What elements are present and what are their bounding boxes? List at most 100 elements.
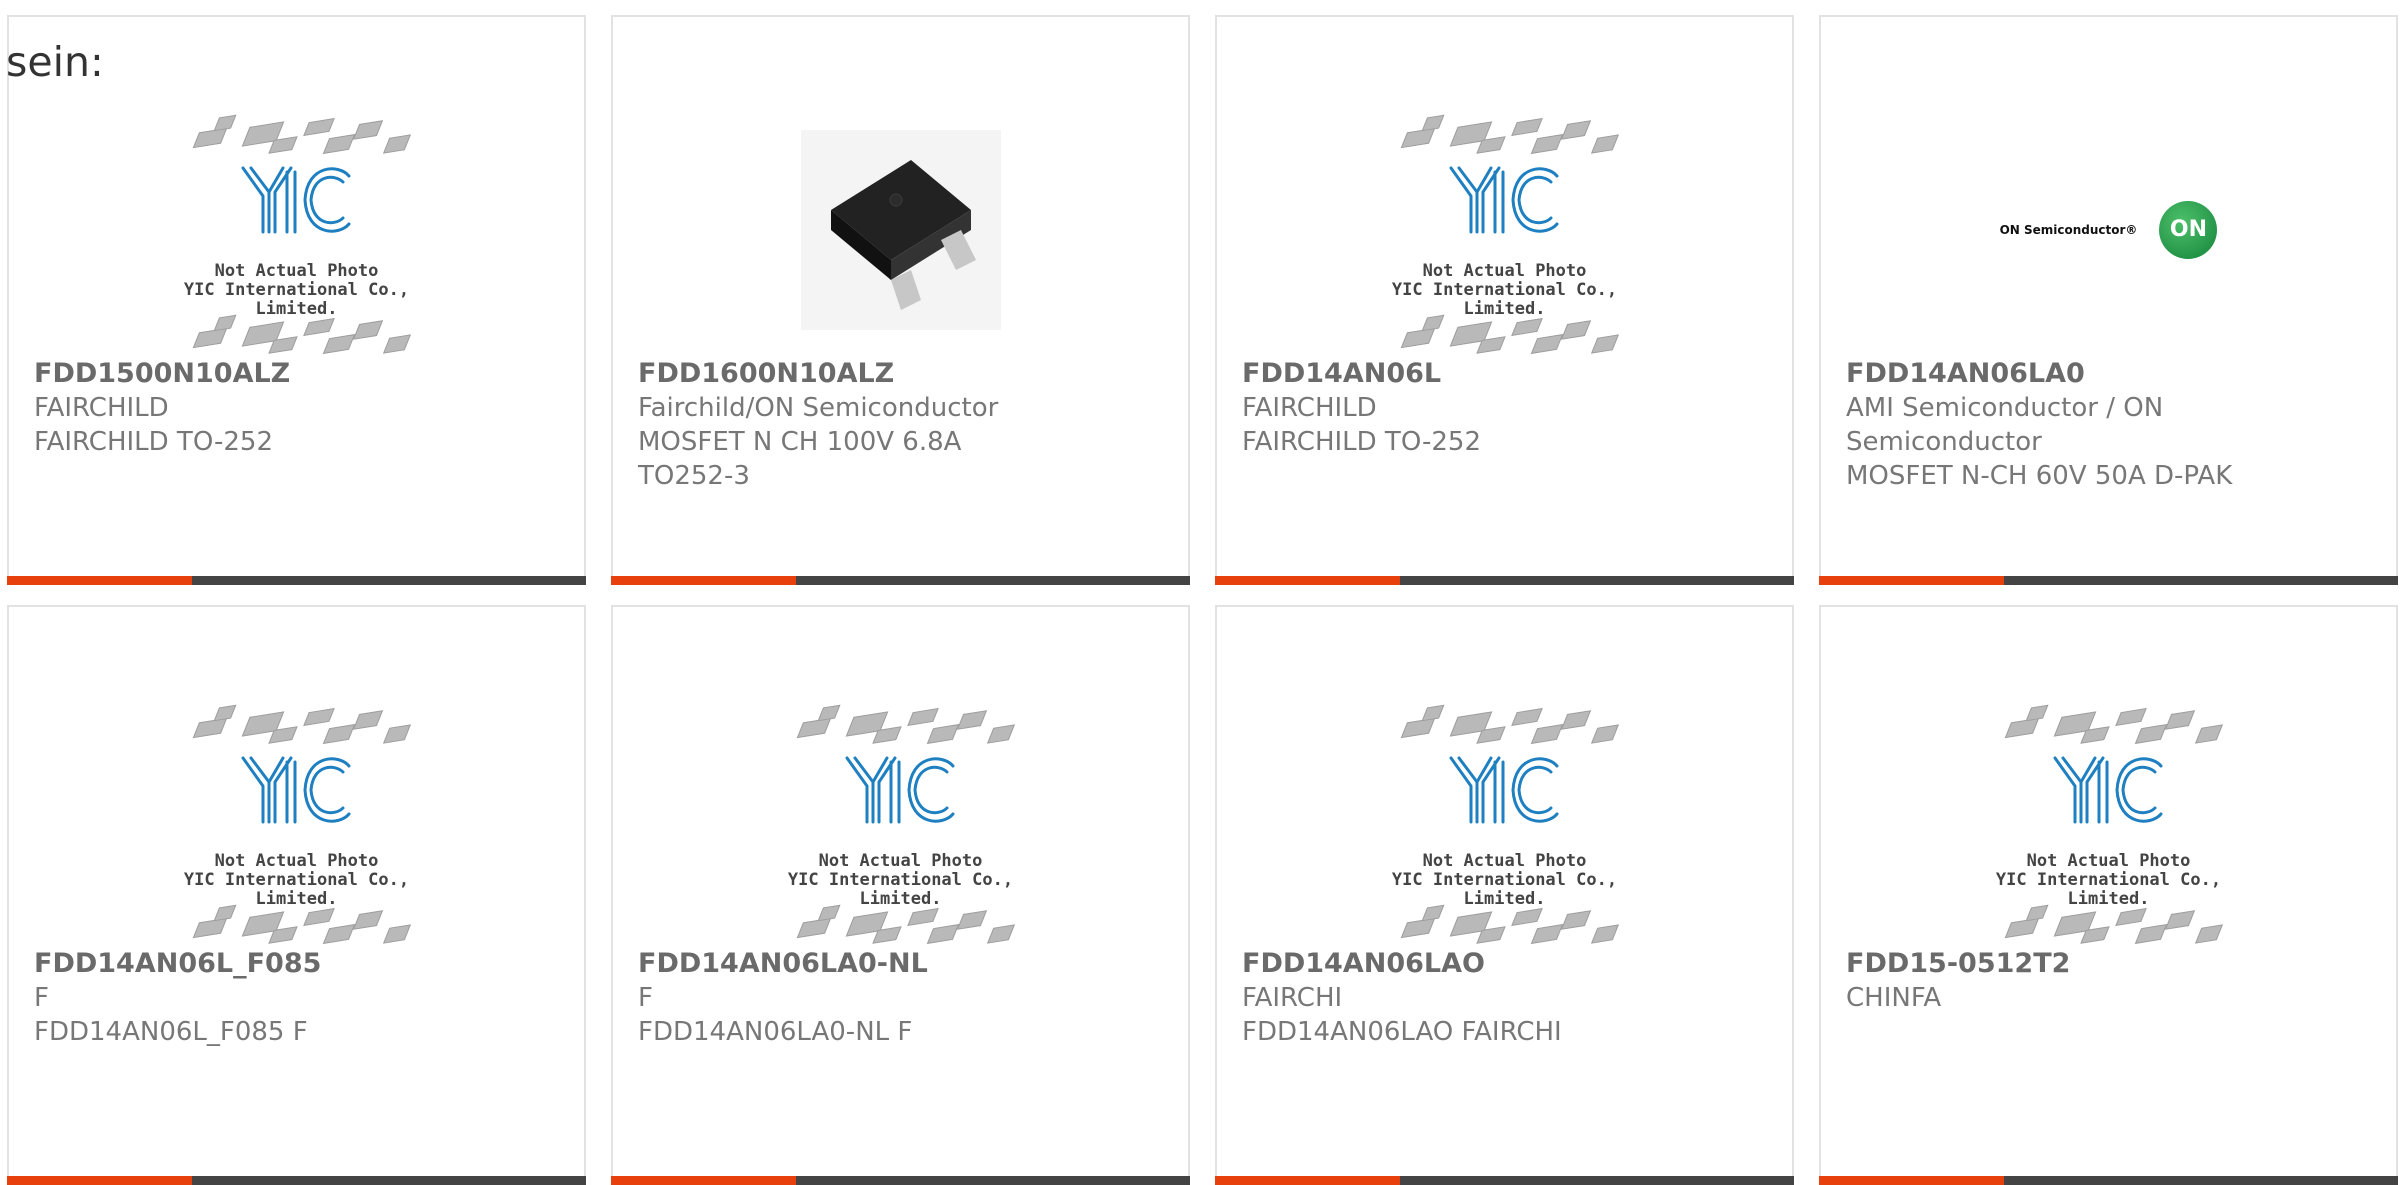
chip-icon (352, 319, 383, 340)
product-thumbnail[interactable] (613, 97, 1188, 362)
card-bottom-bar (611, 576, 1190, 585)
chip-icon (352, 909, 383, 930)
product-thumbnail[interactable]: Not Actual Photo YIC International Co., … (1217, 97, 1792, 362)
on-semiconductor-logo: ON Semiconductor® ON (2000, 200, 2218, 259)
product-card[interactable]: Not Actual Photo YIC International Co., … (1819, 605, 2398, 1185)
card-bottom-bar (7, 576, 586, 585)
page-heading: sein: (6, 38, 104, 86)
product-part-number[interactable]: FDD14AN06L_F085 (34, 947, 459, 981)
chip-icon (322, 723, 355, 744)
product-thumbnail[interactable]: Not Actual Photo YIC International Co., … (1821, 687, 2396, 952)
chip-icon (192, 717, 227, 738)
card-bottom-bar (1215, 576, 1794, 585)
product-card[interactable]: Not Actual Photo YIC International Co., … (1215, 15, 1794, 585)
chip-icon (213, 314, 236, 331)
chip-icon (1421, 904, 1444, 921)
chip-icon (926, 723, 959, 744)
product-part-number[interactable]: FDD14AN06LAO (1242, 947, 1667, 981)
yic-placeholder-image: Not Actual Photo YIC International Co., … (1365, 110, 1645, 354)
product-manufacturer: FAIRCHILD (34, 393, 169, 423)
chip-icon (2114, 707, 2147, 726)
yic-placeholder-image: Not Actual Photo YIC International Co., … (1365, 700, 1645, 944)
chip-icon (1590, 133, 1619, 154)
card-accent-bar (7, 1176, 192, 1185)
chip-icon (2114, 907, 2147, 926)
chip-icon (1560, 119, 1591, 140)
chip-icon (956, 909, 987, 930)
chip-icons-top (1969, 700, 2249, 750)
product-part-number[interactable]: FDD1500N10ALZ (34, 357, 459, 391)
card-bottom-bar (7, 1176, 586, 1185)
placeholder-line1: Not Actual Photo (818, 850, 983, 871)
chip-icon (1421, 704, 1444, 721)
chip-icon (1530, 133, 1563, 154)
product-card[interactable]: Not Actual Photo YIC International Co., … (1215, 605, 1794, 1185)
product-manufacturer: CHINFA (1846, 983, 1942, 1013)
chip-icon (796, 917, 831, 938)
chip-icon (1421, 314, 1444, 331)
product-thumbnail[interactable]: Not Actual Photo YIC International Co., … (9, 687, 584, 952)
mosfet-package-image (800, 129, 1001, 330)
product-info: FDD15-0512T2 CHINFA (1846, 947, 2271, 1015)
product-manufacturer: AMI Semiconductor / ON Semiconductor (1846, 393, 2164, 457)
chip-icon (322, 133, 355, 154)
card-bottom-bar (1819, 576, 2398, 585)
product-part-number[interactable]: FDD14AN06L (1242, 357, 1667, 391)
product-description: FAIRCHILD TO-252 (34, 427, 274, 457)
chip-icon (192, 327, 227, 348)
chip-icon (986, 723, 1015, 744)
card-bottom-bar (611, 1176, 1190, 1185)
product-card[interactable]: FDD1600N10ALZ Fairchild/ON Semiconductor M… (611, 15, 1190, 585)
card-accent-bar (611, 576, 796, 585)
chip-icons-bottom (761, 900, 1041, 950)
product-thumbnail[interactable]: Not Actual Photo YIC International Co., … (613, 687, 1188, 952)
chip-icon (2164, 909, 2195, 930)
chip-icon (2025, 704, 2048, 721)
product-manufacturer: F (638, 983, 653, 1013)
product-info: FDD1500N10ALZ FAIRCHILD FAIRCHILD TO-252 (34, 357, 459, 459)
yic-logo-icon (1449, 756, 1558, 823)
yic-logo-icon (1449, 166, 1558, 233)
card-accent-bar (1215, 576, 1400, 585)
chip-icon (1400, 917, 1435, 938)
product-thumbnail[interactable]: ON Semiconductor® ON (1821, 97, 2396, 362)
product-card[interactable]: ON Semiconductor® ON FDD14AN06LA0 AMI Semic… (1819, 15, 2398, 585)
chip-icon (2004, 917, 2039, 938)
product-card[interactable]: Not Actual Photo YIC International Co., … (611, 605, 1190, 1185)
chip-icon (817, 704, 840, 721)
chip-icon (352, 119, 383, 140)
product-description: FDD14AN06L_F085 F (34, 1017, 308, 1047)
product-grid: Not Actual Photo YIC International Co., … (0, 0, 2400, 1185)
chip-icon (213, 904, 236, 921)
product-part-number[interactable]: FDD15-0512T2 (1846, 947, 2271, 981)
chip-icon (213, 114, 236, 131)
product-card[interactable]: Not Actual Photo YIC International Co., … (7, 15, 586, 585)
product-part-number[interactable]: FDD14AN06LA0 (1846, 357, 2271, 391)
product-info: FDD14AN06L FAIRCHILD FAIRCHILD TO-252 (1242, 357, 1667, 459)
product-info: FDD1600N10ALZ Fairchild/ON Semiconductor M… (638, 357, 1063, 493)
chip-icon (1510, 317, 1543, 336)
placeholder-line1: Not Actual Photo (214, 260, 379, 281)
chip-icon (1590, 923, 1619, 944)
chip-icon (2194, 723, 2223, 744)
chip-icon (2134, 723, 2167, 744)
chip-icon (1560, 319, 1591, 340)
chip-icon (382, 723, 411, 744)
chip-icon (2134, 923, 2167, 944)
product-thumbnail[interactable]: Not Actual Photo YIC International Co., … (1217, 687, 1792, 952)
product-part-number[interactable]: FDD14AN06LA0-NL (638, 947, 1063, 981)
chip-icon (1510, 117, 1543, 136)
chip-icon (796, 717, 831, 738)
product-card[interactable]: Not Actual Photo YIC International Co., … (7, 605, 586, 1185)
placeholder-line1: Not Actual Photo (1422, 260, 1587, 281)
product-part-number[interactable]: FDD1600N10ALZ (638, 357, 1063, 391)
product-manufacturer: FAIRCHI (1242, 983, 1343, 1013)
chip-icon (1590, 723, 1619, 744)
chip-icon (956, 709, 987, 730)
product-thumbnail[interactable]: Not Actual Photo YIC International Co., … (9, 97, 584, 362)
chip-icon (986, 923, 1015, 944)
chip-icon (1590, 333, 1619, 354)
chip-icons-top (157, 700, 437, 750)
chip-icons-top (157, 110, 437, 160)
chip-icon (1400, 717, 1435, 738)
